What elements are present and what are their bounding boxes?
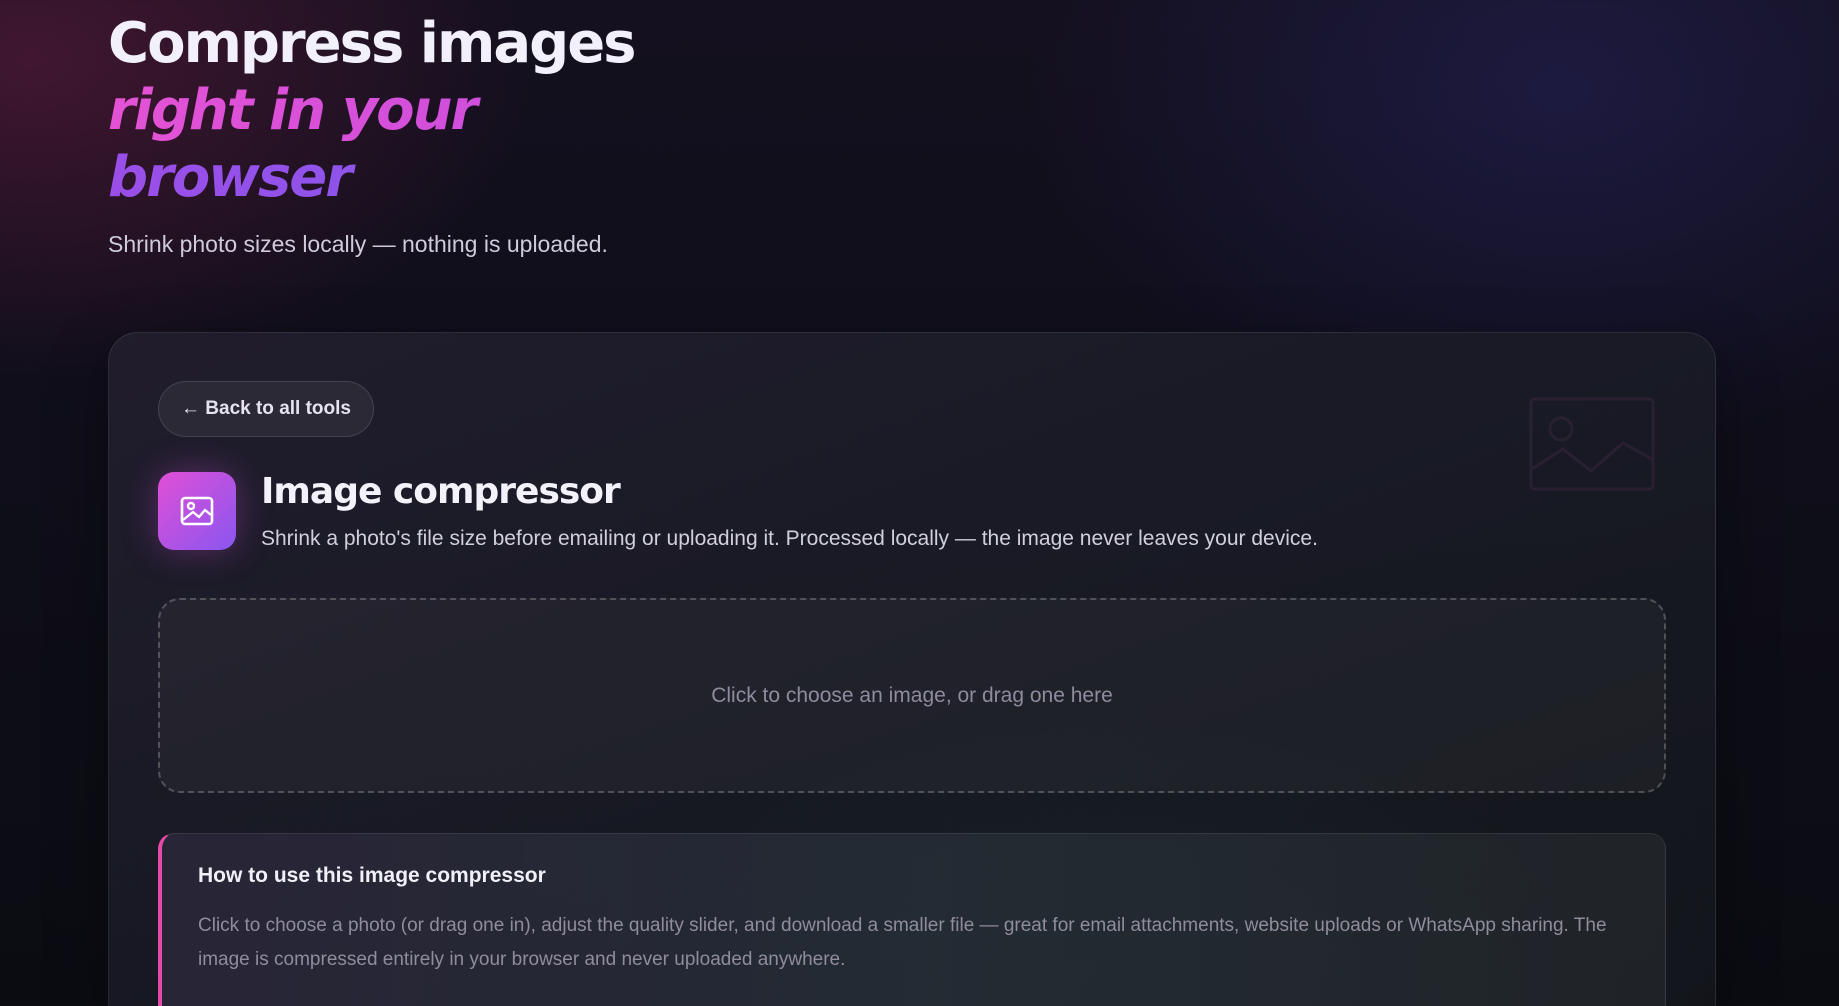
hero-title-line-1: Compress images — [108, 11, 637, 76]
dropzone-text: Click to choose an image, or drag one he… — [711, 683, 1113, 707]
how-to-text: Click to choose a photo (or drag one in)… — [198, 915, 1607, 970]
hero-title-line-3: browser — [108, 144, 1008, 211]
how-to-title: How to use this image compressor — [198, 864, 546, 887]
hero: Compress images right in your browser Sh… — [108, 10, 1008, 258]
image-watermark-icon — [1529, 397, 1655, 491]
hero-title: Compress images right in your browser — [108, 10, 1008, 211]
tool-card: ← Back to all tools Image compressor Shr… — [108, 332, 1716, 1006]
tool-description: Shrink a photo's file size before emaili… — [261, 527, 1318, 550]
image-dropzone[interactable]: Click to choose an image, or drag one he… — [158, 598, 1666, 793]
hero-title-line-2: right in your — [108, 77, 1008, 144]
hero-subtitle: Shrink photo sizes locally — nothing is … — [108, 231, 608, 257]
tool-title: Image compressor — [261, 471, 621, 512]
how-to-panel: How to use this image compressor Click t… — [158, 833, 1666, 1006]
image-icon — [158, 472, 236, 550]
back-to-all-tools-button[interactable]: ← Back to all tools — [158, 381, 374, 437]
